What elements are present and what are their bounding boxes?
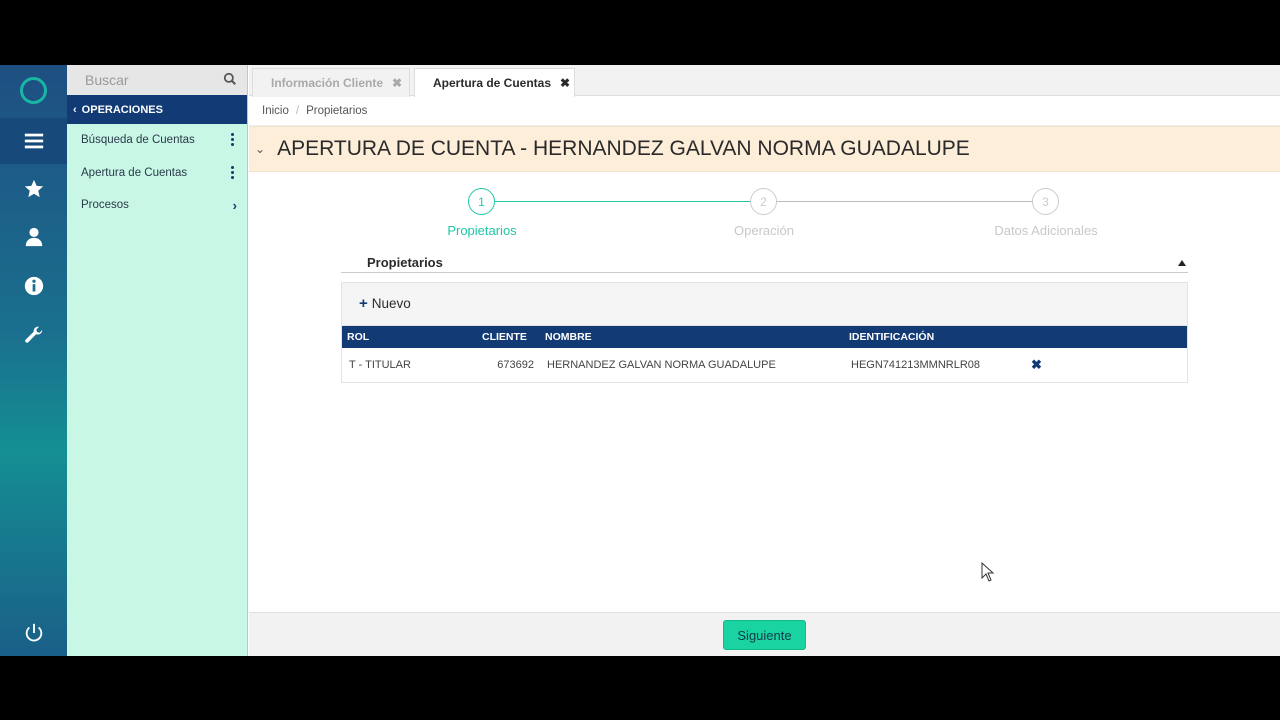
chevron-right-icon: › [232, 198, 237, 213]
step-3-label: Datos Adicionales [994, 223, 1098, 238]
star-icon[interactable] [0, 166, 67, 212]
column-header-rol[interactable]: ROL [347, 326, 369, 348]
owners-table: ROL CLIENTE NOMBRE IDENTIFICACIÓN T - TI… [341, 325, 1188, 383]
tab-label: Apertura de Cuentas [433, 76, 552, 90]
panel-header: Propietarios [341, 255, 1188, 273]
tab-label: Información Cliente [271, 76, 384, 90]
cell-cliente: 673692 [497, 359, 534, 371]
search-box [67, 65, 247, 95]
icon-rail [0, 65, 67, 656]
search-input[interactable] [85, 72, 215, 88]
more-vertical-icon[interactable] [231, 165, 235, 181]
close-icon[interactable]: ✖ [560, 76, 570, 90]
tab-apertura-cuentas[interactable]: Apertura de Cuentas ✖ [414, 68, 575, 97]
column-header-identificacion[interactable]: IDENTIFICACIÓN [849, 326, 934, 348]
column-header-cliente[interactable]: CLIENTE [482, 326, 527, 348]
more-vertical-icon[interactable] [231, 133, 235, 148]
step-connector [777, 201, 1033, 202]
mouse-cursor-icon [981, 562, 995, 582]
close-icon[interactable]: ✖ [392, 76, 402, 90]
new-button-label: Nuevo [371, 296, 411, 311]
sidebar-item-procesos[interactable]: Procesos › [67, 189, 247, 222]
sidebar-item-label: Apertura de Cuentas [81, 166, 188, 179]
breadcrumb: Inicio / Propietarios [249, 96, 1280, 126]
step-1-label: Propietarios [447, 223, 517, 238]
delete-icon[interactable]: ✖ [1031, 348, 1042, 382]
sidebar-item-label: Búsqueda de Cuentas [81, 134, 195, 147]
footer-bar: Siguiente [249, 612, 1280, 656]
sidebar-item-apertura-cuentas[interactable]: Apertura de Cuentas [67, 157, 247, 190]
grid-toolbar: + Nuevo [341, 282, 1188, 325]
search-icon[interactable] [223, 72, 237, 86]
tab-bar: Información Cliente ✖ Apertura de Cuenta… [249, 65, 1280, 97]
table-header: ROL CLIENTE NOMBRE IDENTIFICACIÓN [342, 326, 1187, 348]
breadcrumb-separator: / [295, 104, 300, 117]
breadcrumb-home[interactable]: Inicio [262, 105, 289, 117]
table-row[interactable]: T - TITULAR 673692 HERNANDEZ GALVAN NORM… [342, 348, 1187, 382]
chevron-down-icon[interactable]: ⌄ [255, 142, 265, 156]
tab-informacion-cliente[interactable]: Información Cliente ✖ [252, 68, 410, 97]
step-connector [495, 201, 751, 202]
wrench-icon[interactable] [0, 312, 67, 358]
step-3-circle[interactable]: 3 [1032, 188, 1059, 215]
power-icon[interactable] [0, 610, 67, 656]
section-operaciones[interactable]: ‹ OPERACIONES [67, 95, 247, 124]
step-1-circle[interactable]: 1 [468, 188, 495, 215]
stepper: 1 Propietarios 2 Operación 3 Datos Adici… [249, 187, 1280, 257]
panel-title: Propietarios [367, 255, 443, 270]
logo-icon [20, 77, 47, 104]
sidebar-item-label: Procesos [81, 199, 129, 212]
page-title-bar: ⌄ APERTURA DE CUENTA - HERNANDEZ GALVAN … [249, 126, 1280, 172]
side-menu: ‹ OPERACIONES Búsqueda de Cuentas Apertu… [67, 65, 248, 656]
sidebar-item-busqueda-cuentas[interactable]: Búsqueda de Cuentas [67, 124, 247, 157]
cell-nombre: HERNANDEZ GALVAN NORMA GUADALUPE [547, 359, 776, 371]
app-window: ‹ OPERACIONES Búsqueda de Cuentas Apertu… [0, 65, 1280, 656]
step-2-circle[interactable]: 2 [750, 188, 777, 215]
main-content: Información Cliente ✖ Apertura de Cuenta… [249, 65, 1280, 656]
chevron-left-icon: ‹ [73, 103, 77, 116]
cell-identificacion: HEGN741213MMNRLR08 [851, 359, 980, 371]
info-icon[interactable] [0, 263, 67, 309]
collapse-caret-icon[interactable] [1178, 260, 1186, 266]
page-title: APERTURA DE CUENTA - HERNANDEZ GALVAN NO… [277, 137, 970, 160]
section-label: OPERACIONES [81, 103, 163, 116]
plus-icon: + [359, 295, 368, 312]
menu-icon[interactable] [0, 118, 67, 164]
breadcrumb-current: Propietarios [306, 104, 368, 117]
next-button[interactable]: Siguiente [723, 620, 806, 650]
user-icon[interactable] [0, 214, 67, 260]
new-owner-button[interactable]: + Nuevo [359, 295, 411, 312]
column-header-nombre[interactable]: NOMBRE [545, 326, 592, 348]
step-2-label: Operación [734, 223, 794, 238]
cell-rol: T - TITULAR [349, 359, 411, 371]
